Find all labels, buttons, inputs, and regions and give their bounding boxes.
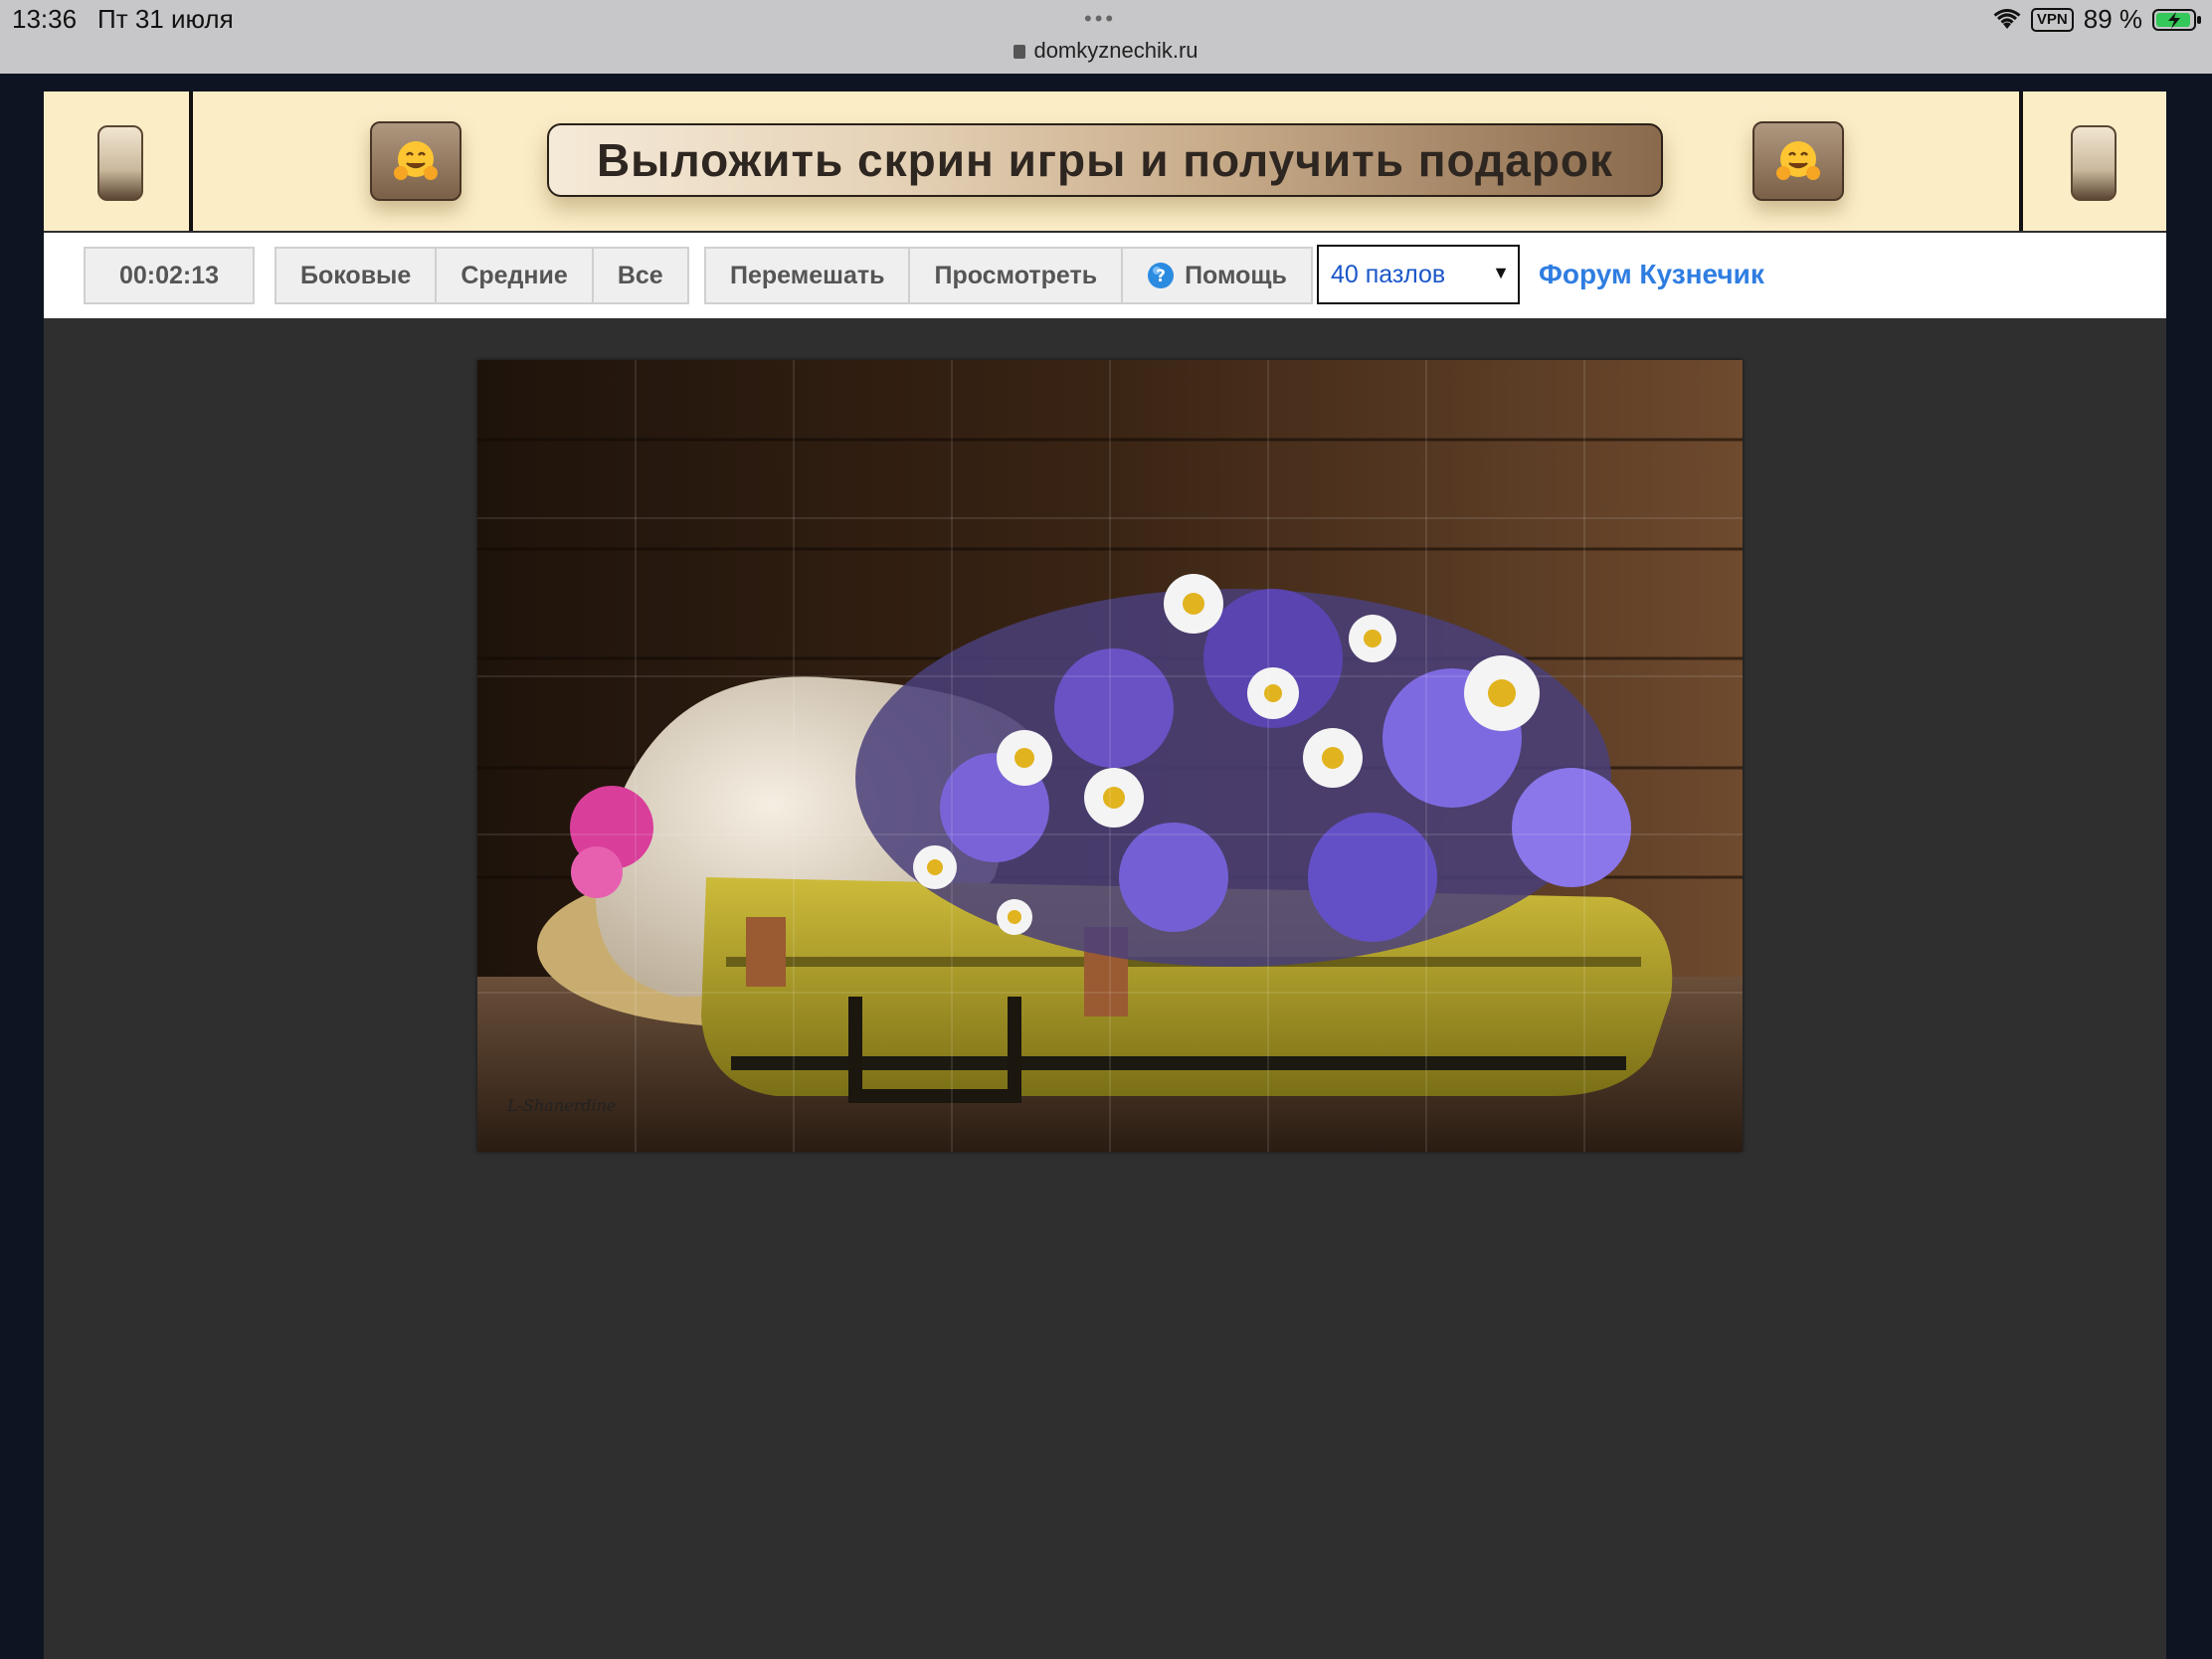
image-signature: L-Shanerdine: [506, 1096, 616, 1115]
promo-screenshot-gift-button[interactable]: Выложить скрин игры и получить подарок: [547, 123, 1663, 197]
piece-filter-group: Боковые Средние Все: [275, 247, 689, 304]
suitcase-latch-left: [746, 917, 786, 987]
ios-status-bar: 13:36 Пт 31 июля ••• domkyznechik.ru VPN…: [0, 0, 2212, 74]
puzzle-image[interactable]: L-Shanerdine: [477, 360, 1743, 1152]
status-date: Пт 31 июля: [97, 4, 234, 34]
promo-banner: Выложить скрин игры и получить подарок: [44, 92, 2166, 231]
svg-text:?: ?: [1156, 267, 1166, 286]
shuffle-button[interactable]: Перемешать: [706, 249, 911, 302]
timer-display: 00:02:13: [84, 247, 255, 304]
filter-middle-button[interactable]: Средние: [437, 249, 594, 302]
address-bar[interactable]: domkyznechik.ru: [0, 38, 2212, 64]
banner-divider-right: [2019, 92, 2023, 231]
lock-icon: [1014, 45, 1026, 59]
status-indicators: VPN 89 %: [1993, 4, 2202, 35]
page-content: Выложить скрин игры и получить подарок 0…: [44, 92, 2166, 1659]
pieces-count-value: 40 пазлов: [1331, 260, 1446, 288]
battery-charging-icon: [2152, 8, 2201, 31]
banner-divider-left: [189, 92, 193, 231]
vpn-badge: VPN: [2030, 7, 2074, 32]
status-time: 13:36: [12, 4, 78, 34]
hugging-face-icon: [1776, 141, 1820, 180]
pieces-count-select[interactable]: 40 пазлов ▼: [1317, 245, 1520, 304]
puzzle-board[interactable]: L-Shanerdine: [477, 360, 1743, 1152]
filter-edge-button[interactable]: Боковые: [276, 249, 438, 302]
hugging-face-icon: [394, 141, 438, 180]
forum-link[interactable]: Форум Кузнечик: [1539, 259, 1764, 290]
puzzle-toolbar: 00:02:13 Боковые Средние Все Перемешать …: [44, 233, 2166, 318]
filter-all-button[interactable]: Все: [594, 249, 687, 302]
action-group: Перемешать Просмотреть ? Помощь: [704, 247, 1313, 304]
help-label: Помощь: [1185, 261, 1287, 289]
hugging-face-button-right[interactable]: [1752, 121, 1844, 201]
wifi-icon: [1993, 8, 2021, 29]
multitask-dots-icon[interactable]: •••: [1084, 6, 1116, 32]
banner-right-handle: [2071, 125, 2117, 201]
help-icon: ?: [1148, 263, 1175, 288]
url-text: domkyznechik.ru: [1033, 38, 1198, 63]
preview-button[interactable]: Просмотреть: [910, 249, 1124, 302]
hugging-face-button-left[interactable]: [370, 121, 461, 201]
banner-left-handle: [97, 125, 143, 201]
dropdown-arrow-icon: ▼: [1492, 263, 1510, 282]
battery-percent: 89 %: [2083, 4, 2142, 34]
help-button[interactable]: ? Помощь: [1123, 249, 1311, 302]
